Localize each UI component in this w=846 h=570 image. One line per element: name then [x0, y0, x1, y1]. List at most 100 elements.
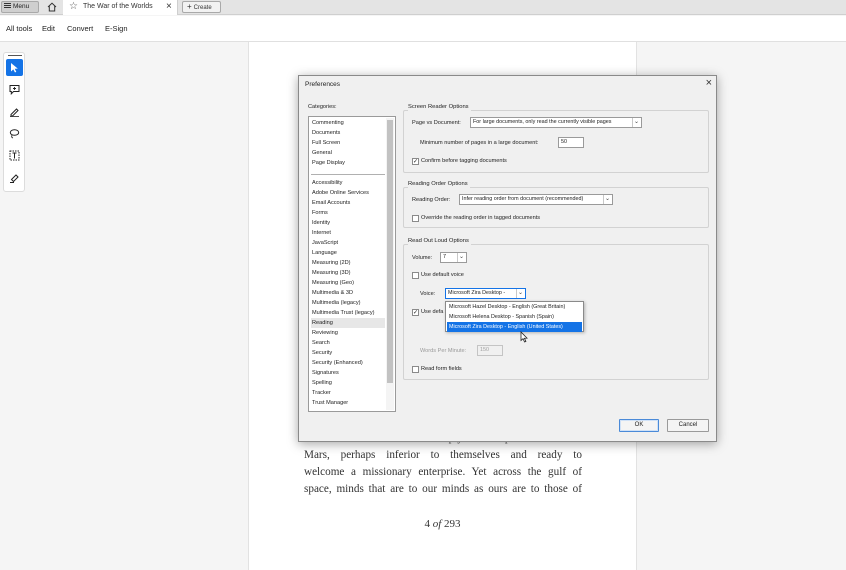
- list-item[interactable]: Forms: [311, 208, 385, 218]
- list-item[interactable]: Language: [311, 248, 385, 258]
- list-item[interactable]: Multimedia Trust (legacy): [311, 308, 385, 318]
- highlight-pen-icon: [10, 174, 19, 183]
- list-item[interactable]: Signatures: [311, 368, 385, 378]
- scrollbar-thumb[interactable]: [387, 120, 393, 383]
- highlight-tool[interactable]: [6, 169, 23, 186]
- page-vs-document-label: Page vs Document:: [412, 120, 461, 126]
- star-icon[interactable]: ☆: [69, 1, 78, 13]
- comment-tool[interactable]: [6, 81, 23, 98]
- list-item[interactable]: Multimedia (legacy): [311, 298, 385, 308]
- create-button[interactable]: + Create: [182, 1, 221, 13]
- document-tab[interactable]: ☆ The War of the Worlds ×: [63, 0, 178, 15]
- voice-select[interactable]: Microsoft Zira Desktop - ⌄: [445, 288, 526, 299]
- hamburger-icon: [4, 3, 11, 9]
- cancel-button[interactable]: Cancel: [667, 419, 709, 432]
- draw-tool[interactable]: [6, 103, 23, 120]
- read-out-loud-title: Read Out Loud Options: [408, 237, 471, 245]
- min-pages-input[interactable]: 50: [558, 137, 584, 148]
- list-item[interactable]: General: [311, 148, 385, 158]
- list-item[interactable]: Page Display: [311, 158, 385, 168]
- menu-all-tools[interactable]: All tools: [6, 24, 32, 34]
- text-box-icon: [9, 150, 20, 161]
- select-tool[interactable]: [6, 59, 23, 76]
- voice-dropdown-list[interactable]: Microsoft Hazel Desktop - English (Great…: [445, 301, 584, 332]
- list-item-selected[interactable]: Reading: [311, 318, 385, 328]
- list-item[interactable]: Accessibility: [311, 178, 385, 188]
- override-order-checkbox[interactable]: [412, 215, 419, 222]
- volume-label: Volume:: [412, 255, 433, 261]
- list-item[interactable]: Tracker: [311, 388, 385, 398]
- text-box-tool[interactable]: [6, 147, 23, 164]
- create-label: Create: [193, 5, 212, 11]
- page-current: 4: [424, 518, 430, 530]
- list-item[interactable]: Internet: [311, 228, 385, 238]
- list-item[interactable]: Measuring (2D): [311, 258, 385, 268]
- voice-option[interactable]: Microsoft Hazel Desktop - English (Great…: [447, 302, 582, 312]
- screen-reader-title: Screen Reader Options: [408, 103, 471, 111]
- page-vs-document-select[interactable]: For large documents, only read the curre…: [470, 117, 642, 128]
- home-icon: [47, 2, 57, 12]
- page-text-line: space, minds that are to our minds as ou…: [304, 483, 582, 495]
- reading-order-label: Reading Order:: [412, 197, 451, 203]
- lasso-tool[interactable]: [6, 125, 23, 142]
- list-item[interactable]: Full Screen: [311, 138, 385, 148]
- list-item[interactable]: Documents: [311, 128, 385, 138]
- menu-convert[interactable]: Convert: [67, 24, 93, 34]
- dialog-close-icon[interactable]: ×: [706, 76, 712, 90]
- reading-order-select[interactable]: Infer reading order from document (recom…: [459, 194, 613, 205]
- menu-e-sign[interactable]: E-Sign: [105, 24, 128, 34]
- categories-scrollbar[interactable]: [386, 118, 394, 410]
- list-item[interactable]: Security: [311, 348, 385, 358]
- page-total: 293: [444, 518, 461, 530]
- list-item[interactable]: JavaScript: [311, 238, 385, 248]
- reading-order-value: Infer reading order from document (recom…: [462, 196, 584, 202]
- list-item[interactable]: Identity: [311, 218, 385, 228]
- page-number: 4 of 293: [330, 518, 555, 530]
- toolbar-grip: [8, 55, 22, 56]
- menu-edit[interactable]: Edit: [42, 24, 55, 34]
- plus-icon: +: [187, 2, 192, 11]
- draw-pen-icon: [10, 108, 19, 117]
- preferences-dialog: Preferences × Categories: Commenting Doc…: [298, 75, 717, 442]
- list-item[interactable]: Measuring (3D): [311, 268, 385, 278]
- ok-button[interactable]: OK: [619, 419, 659, 432]
- home-button[interactable]: [42, 0, 62, 15]
- voice-label: Voice:: [420, 291, 436, 297]
- words-per-minute-input[interactable]: 150: [477, 345, 503, 356]
- use-default-voice-label: Use default voice: [421, 272, 464, 278]
- list-separator: [311, 174, 385, 175]
- list-item[interactable]: Adobe Online Services: [311, 188, 385, 198]
- volume-select[interactable]: 7 ⌄: [440, 252, 467, 263]
- voice-option-selected[interactable]: Microsoft Zira Desktop - English (United…: [447, 322, 582, 332]
- use-default-checkbox[interactable]: ✓: [412, 309, 419, 316]
- page-vs-document-value: For large documents, only read the curre…: [473, 119, 612, 125]
- list-item[interactable]: Reviewing: [311, 328, 385, 338]
- voice-option[interactable]: Microsoft Helena Desktop - Spanish (Spai…: [447, 312, 582, 322]
- tab-bar: Menu ☆ The War of the Worlds × + Create: [0, 0, 846, 15]
- list-item[interactable]: Commenting: [311, 118, 385, 128]
- mouse-cursor-icon: [520, 331, 528, 343]
- close-tab-icon[interactable]: ×: [166, 1, 172, 13]
- lasso-icon: [9, 129, 20, 139]
- list-item[interactable]: Trust Manager: [311, 398, 385, 408]
- min-pages-label: Minimum number of pages in a large docum…: [420, 140, 539, 146]
- page-of: of: [432, 518, 442, 530]
- list-item[interactable]: Search: [311, 338, 385, 348]
- use-default-label: Use defa: [421, 309, 444, 315]
- reading-order-title: Reading Order Options: [408, 180, 470, 188]
- menu-label: Menu: [13, 3, 30, 10]
- list-item[interactable]: Measuring (Geo): [311, 278, 385, 288]
- read-form-fields-checkbox[interactable]: [412, 366, 419, 373]
- words-per-minute-label: Words Per Minute:: [420, 348, 467, 354]
- chevron-down-icon: ⌄: [516, 289, 524, 298]
- use-default-voice-checkbox[interactable]: [412, 272, 419, 279]
- list-item[interactable]: Security (Enhanced): [311, 358, 385, 368]
- chevron-down-icon: ⌄: [603, 195, 611, 204]
- list-item[interactable]: Multimedia & 3D: [311, 288, 385, 298]
- list-item[interactable]: Email Accounts: [311, 198, 385, 208]
- categories-list[interactable]: Commenting Documents Full Screen General…: [308, 116, 396, 412]
- list-item[interactable]: Spelling: [311, 378, 385, 388]
- confirm-tagging-label: Confirm before tagging documents: [421, 158, 507, 164]
- confirm-tagging-checkbox[interactable]: ✓: [412, 158, 419, 165]
- menu-button[interactable]: Menu: [1, 1, 39, 13]
